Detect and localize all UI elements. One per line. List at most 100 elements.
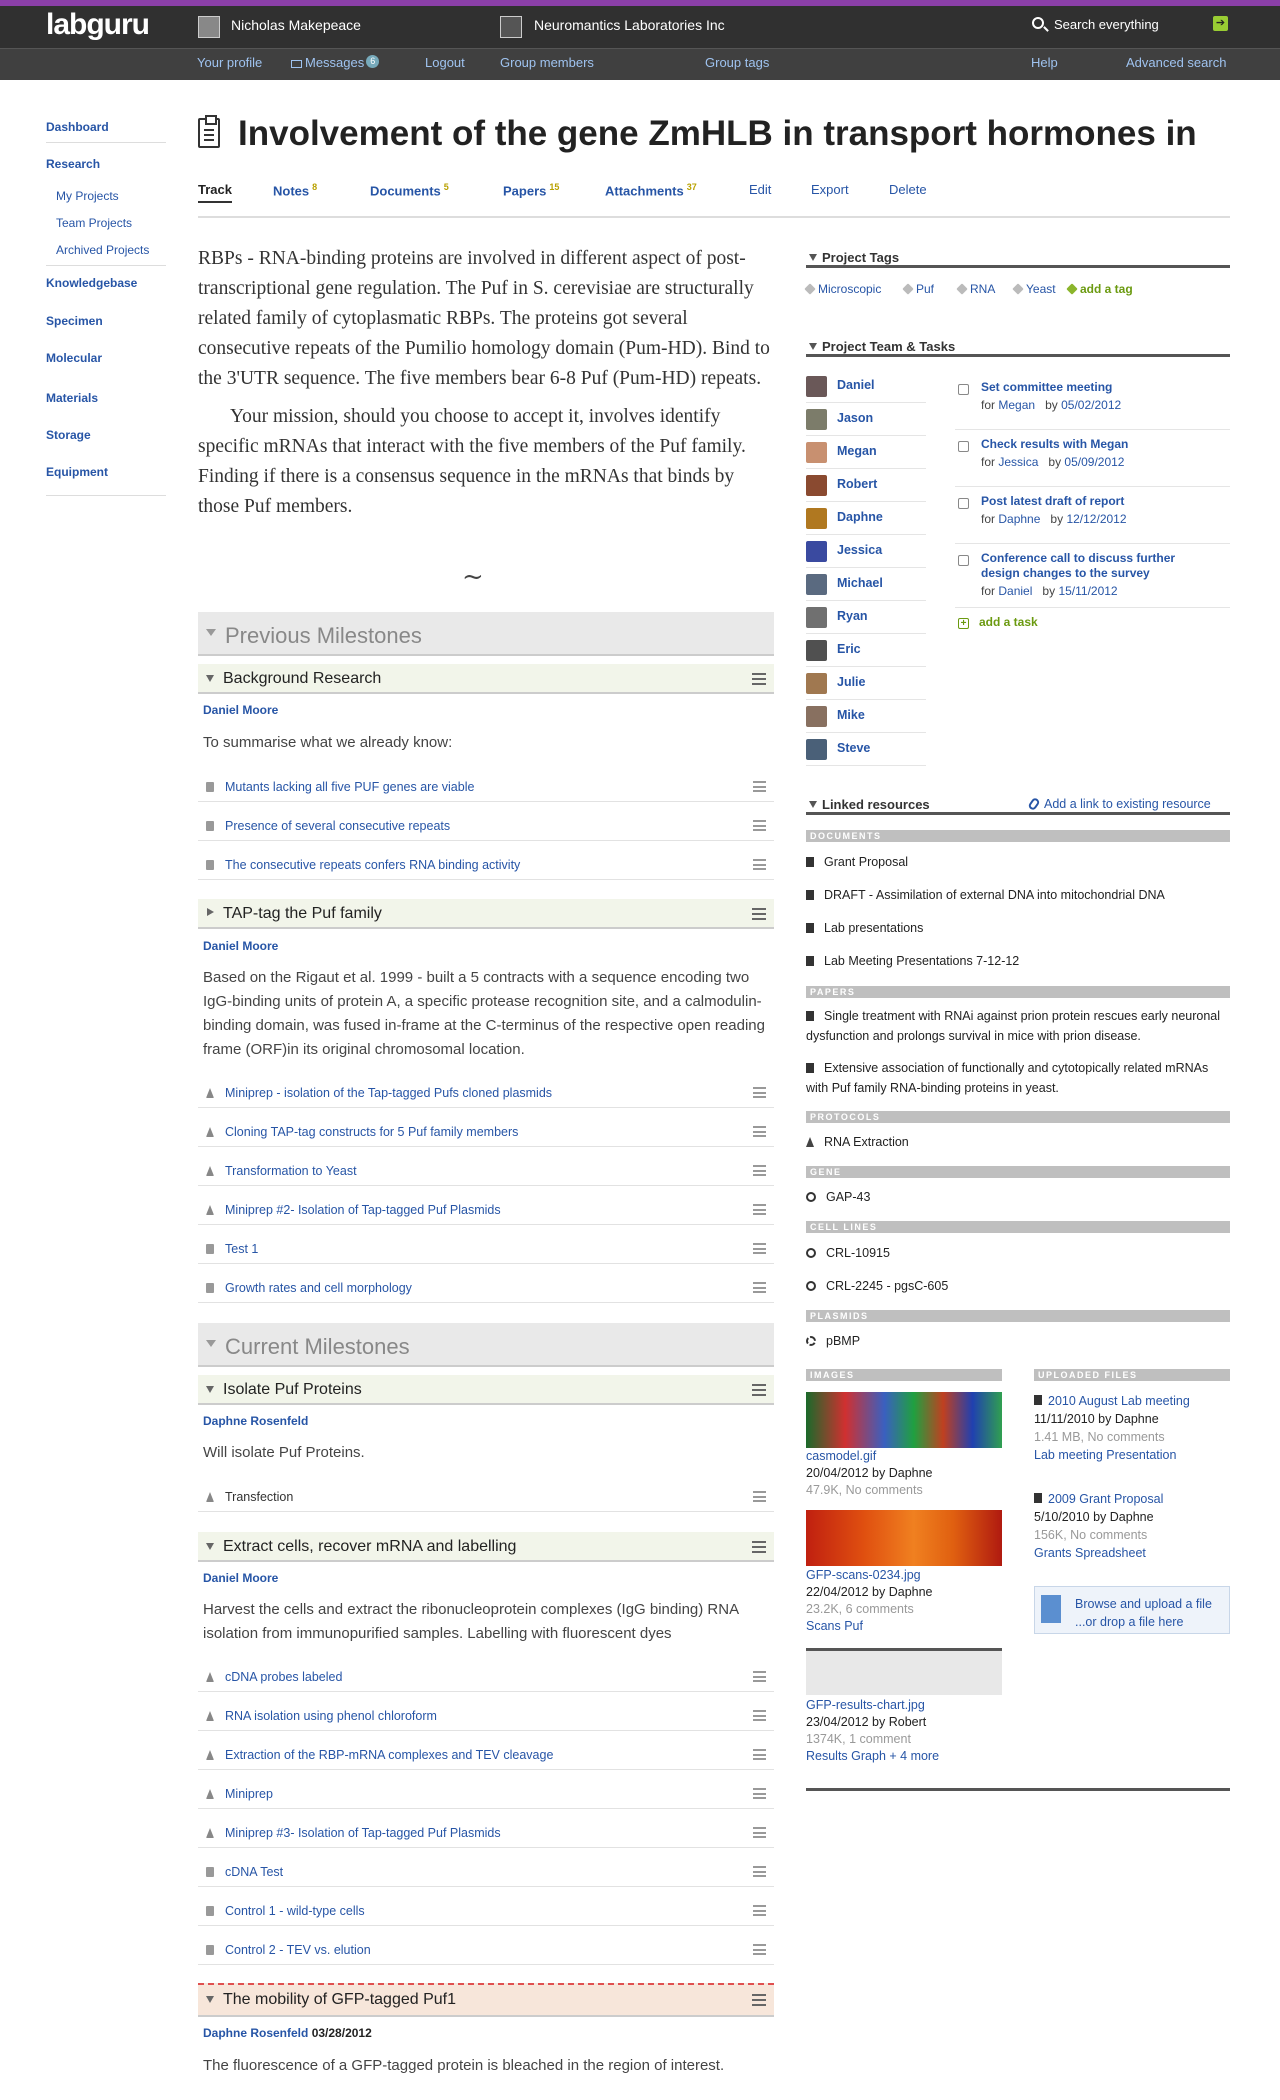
menu-icon[interactable] <box>753 1788 766 1799</box>
task-checkbox[interactable] <box>958 384 969 395</box>
tag-link[interactable]: Puf <box>902 282 934 296</box>
sidebar-item-research[interactable]: Research <box>46 157 100 171</box>
task-title[interactable]: Conference call to discuss further desig… <box>981 551 1211 581</box>
project-team-header[interactable]: Project Team & Tasks <box>806 339 1230 357</box>
resource-item[interactable]: Extensive association of functionally an… <box>806 1058 1230 1098</box>
tab-delete[interactable]: Delete <box>889 182 927 197</box>
resource-label[interactable]: pBMP <box>826 1334 860 1348</box>
task-checkbox[interactable] <box>958 498 969 509</box>
list-item[interactable]: Cloning TAP-tag constructs for 5 Puf fam… <box>198 1117 774 1147</box>
logo[interactable]: labguru <box>46 8 150 42</box>
list-item[interactable]: Presence of several consecutive repeats <box>198 811 774 841</box>
menu-icon[interactable] <box>753 1087 766 1098</box>
current-milestones-header[interactable]: Current Milestones <box>198 1323 774 1367</box>
milestone-owner[interactable]: Daphne Rosenfeld <box>203 1414 308 1428</box>
milestone-owner[interactable]: Daniel Moore <box>203 939 278 953</box>
resource-label[interactable]: GAP-43 <box>826 1190 870 1204</box>
milestone-owner-link[interactable]: Daphne Rosenfeld <box>203 2026 308 2040</box>
list-item[interactable]: cDNA probes labeled <box>198 1662 774 1692</box>
list-item[interactable]: cDNA Test <box>198 1857 774 1887</box>
image-thumbnail[interactable] <box>806 1510 1002 1566</box>
task-title[interactable]: Post latest draft of report <box>981 494 1230 509</box>
list-item[interactable]: Miniprep - isolation of the Tap-tagged P… <box>198 1078 774 1108</box>
nav-group-tags[interactable]: Group tags <box>705 55 769 70</box>
add-task-link[interactable]: + add a task <box>958 615 1038 629</box>
menu-icon[interactable] <box>753 1165 766 1176</box>
tag-link[interactable]: Yeast <box>1012 282 1056 296</box>
menu-icon[interactable] <box>753 781 766 792</box>
resource-item[interactable]: CRL-2245 - pgsC-605 <box>806 1276 1230 1296</box>
list-item-label[interactable]: Test 1 <box>225 1242 258 1256</box>
team-member-name[interactable]: Daniel <box>837 378 875 392</box>
menu-icon[interactable] <box>753 859 766 870</box>
list-item-label[interactable]: Growth rates and cell morphology <box>225 1281 412 1295</box>
menu-icon[interactable] <box>752 673 766 685</box>
tab-edit[interactable]: Edit <box>749 182 771 197</box>
list-item[interactable]: Miniprep #2- Isolation of Tap-tagged Puf… <box>198 1195 774 1225</box>
user-name[interactable]: Nicholas Makepeace <box>231 17 361 33</box>
list-item-label[interactable]: Mutants lacking all five PUF genes are v… <box>225 780 474 794</box>
resource-label[interactable]: CRL-10915 <box>826 1246 890 1260</box>
resource-label[interactable]: Lab Meeting Presentations 7-12-12 <box>824 954 1019 968</box>
task-item[interactable]: Set committee meeting for Megan by 05/02/… <box>955 380 1230 430</box>
tab-track[interactable]: Track <box>198 182 232 203</box>
nav-logout[interactable]: Logout <box>425 55 465 70</box>
menu-icon[interactable] <box>752 1994 766 2006</box>
image-filename[interactable]: GFP-scans-0234.jpg <box>806 1568 921 1582</box>
task-item[interactable]: Conference call to discuss further desig… <box>955 551 1230 608</box>
menu-icon[interactable] <box>753 1944 766 1955</box>
menu-icon[interactable] <box>752 1541 766 1553</box>
team-member[interactable]: Jason <box>806 403 926 436</box>
add-tag-link[interactable]: add a tag <box>1066 282 1133 296</box>
search-input[interactable]: Search everything <box>1054 17 1159 32</box>
nav-advanced-search[interactable]: Advanced search <box>1126 55 1226 70</box>
milestone-header[interactable]: Background Research <box>198 664 774 694</box>
team-member-name[interactable]: Eric <box>837 642 861 656</box>
team-member[interactable]: Ryan <box>806 601 926 634</box>
team-member-name[interactable]: Robert <box>837 477 877 491</box>
list-item-label[interactable]: Transfection <box>225 1490 293 1504</box>
task-item[interactable]: Post latest draft of report for Daphne by… <box>955 494 1230 544</box>
list-item-label[interactable]: Control 1 - wild-type cells <box>225 1904 365 1918</box>
menu-icon[interactable] <box>753 1866 766 1877</box>
task-due-date[interactable]: 05/09/2012 <box>1064 455 1124 469</box>
menu-icon[interactable] <box>753 1282 766 1293</box>
file-tags[interactable]: Grants Spreadsheet <box>1034 1546 1146 1560</box>
menu-icon[interactable] <box>753 1671 766 1682</box>
milestone-header[interactable]: The mobility of GFP-tagged Puf1 <box>198 1983 774 2017</box>
list-item-label[interactable]: Transformation to Yeast <box>225 1164 357 1178</box>
list-item[interactable]: Control 1 - wild-type cells <box>198 1896 774 1926</box>
team-member[interactable]: Mike <box>806 700 926 733</box>
upload-dropzone[interactable]: Browse and upload a file ...or drop a fil… <box>1034 1586 1230 1634</box>
task-assignee[interactable]: Daphne <box>998 512 1040 526</box>
team-member-name[interactable]: Steve <box>837 741 870 755</box>
task-assignee[interactable]: Jessica <box>998 455 1038 469</box>
image-filename[interactable]: GFP-results-chart.jpg <box>806 1698 925 1712</box>
list-item[interactable]: Miniprep <box>198 1779 774 1809</box>
list-item[interactable]: Control 2 - TEV vs. elution <box>198 1935 774 1965</box>
upload-text[interactable]: Browse and upload a file ...or drop a fil… <box>1075 1595 1212 1631</box>
list-item[interactable]: Transfection <box>198 1482 774 1512</box>
tab-notes[interactable]: Notes 8 <box>273 182 317 198</box>
nav-messages[interactable]: Messages 6 <box>291 55 380 70</box>
nav-help[interactable]: Help <box>1031 55 1058 70</box>
list-item-label[interactable]: Cloning TAP-tag constructs for 5 Puf fam… <box>225 1125 518 1139</box>
image-thumbnail[interactable] <box>806 1392 1002 1448</box>
sidebar-item-my-projects[interactable]: My Projects <box>46 189 119 203</box>
resource-item[interactable]: Lab Meeting Presentations 7-12-12 <box>806 951 1230 971</box>
image-thumbnail[interactable] <box>806 1648 1002 1695</box>
team-member-name[interactable]: Michael <box>837 576 883 590</box>
list-item[interactable]: Transformation to Yeast <box>198 1156 774 1186</box>
menu-icon[interactable] <box>753 1749 766 1760</box>
list-item[interactable]: Test 1 <box>198 1234 774 1264</box>
list-item[interactable]: The consecutive repeats confers RNA bind… <box>198 850 774 880</box>
resource-item[interactable]: GAP-43 <box>806 1187 1230 1207</box>
sidebar-item-archived-projects[interactable]: Archived Projects <box>46 243 149 257</box>
file-name[interactable]: 2009 Grant Proposal <box>1048 1492 1163 1506</box>
previous-milestones-header[interactable]: Previous Milestones <box>198 612 774 656</box>
list-item-label[interactable]: Miniprep #2- Isolation of Tap-tagged Puf… <box>225 1203 501 1217</box>
sidebar-item-materials[interactable]: Materials <box>46 391 98 405</box>
team-member[interactable]: Robert <box>806 469 926 502</box>
team-member-name[interactable]: Megan <box>837 444 877 458</box>
team-member[interactable]: Megan <box>806 436 926 469</box>
